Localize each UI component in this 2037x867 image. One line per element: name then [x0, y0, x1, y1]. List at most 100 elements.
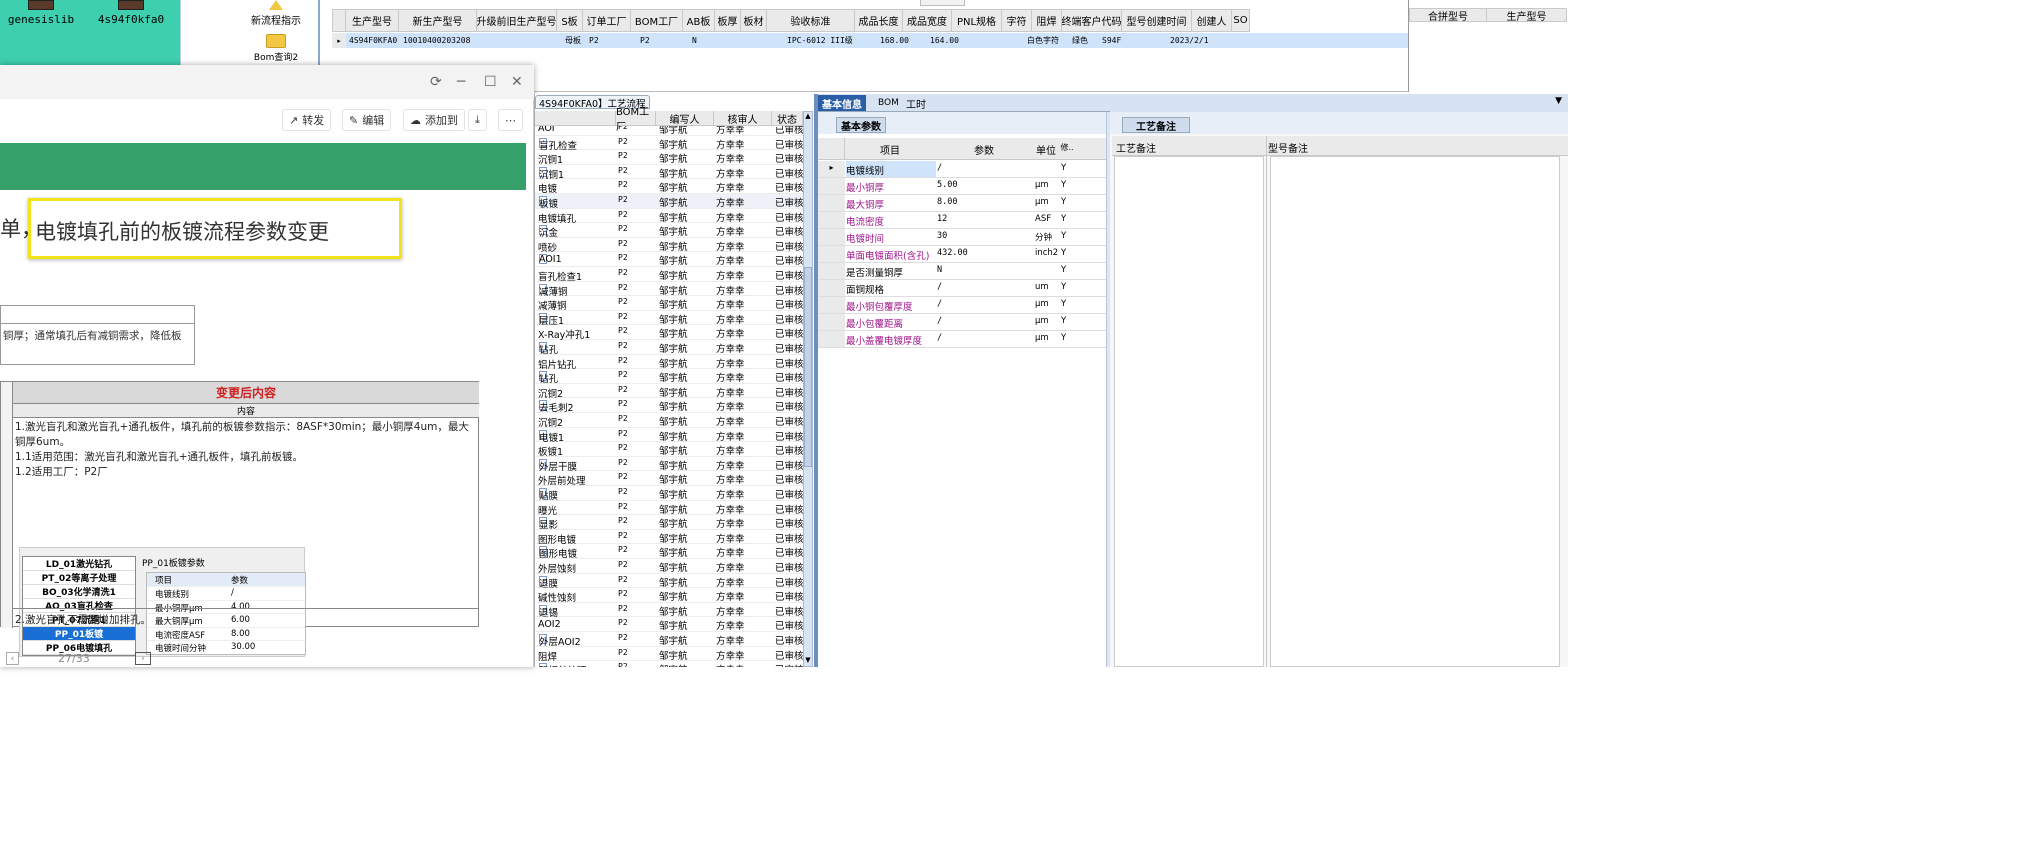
scroll-up-icon[interactable]: ▲ — [804, 112, 812, 122]
table-row[interactable]: 去毛刺2 P2 邹宇航 方幸幸 已审核 — [535, 398, 803, 414]
forward-button[interactable]: ↗ 转发 — [282, 109, 332, 131]
table-row[interactable]: 铝片钻孔 P2 邹宇航 方幸幸 已审核 — [535, 355, 803, 371]
table-row[interactable]: 图形电镀 P2 邹宇航 方幸幸 已审核 — [535, 530, 803, 546]
col-prod-model[interactable]: 生产型号 — [1487, 8, 1567, 23]
scrollbar-thumb[interactable] — [804, 267, 812, 467]
grid-column-header[interactable]: 验收标准 — [767, 9, 855, 32]
table-row[interactable]: AOI P2 邹宇航 方幸幸 已审核 — [535, 126, 803, 136]
table-row[interactable]: 显影 P2 邹宇航 方幸幸 已审核 — [535, 515, 803, 531]
table-row[interactable]: 面铜规格 / um Y — [818, 280, 1108, 297]
table-row[interactable]: 图形电镀 P2 邹宇航 方幸幸 已审核 — [535, 544, 803, 560]
table-row[interactable]: 电镀时间 30 分钟 Y — [818, 229, 1108, 246]
grid-column-header[interactable]: 型号创建时间 — [1122, 9, 1192, 32]
table-row[interactable]: 最大铜厚 8.00 μm Y — [818, 195, 1108, 212]
new-flow-button[interactable]: 新流程指示 — [241, 0, 311, 27]
minimize-icon[interactable]: ─ — [457, 74, 465, 90]
desktop-icon-file[interactable]: 4s94f0kfa0 — [96, 0, 166, 26]
grid-column-header[interactable]: 成品长度 — [855, 9, 903, 32]
table-row[interactable]: 最小铜厚 5.00 μm Y — [818, 178, 1108, 195]
table-row[interactable]: AOI2 P2 邹宇航 方幸幸 已审核 — [535, 617, 803, 632]
close-icon[interactable]: ✕ — [511, 74, 523, 90]
table-row[interactable]: 板镀1 P2 邹宇航 方幸幸 已审核 — [535, 442, 803, 458]
col-status[interactable]: 状态 — [772, 111, 803, 126]
table-row[interactable]: 外层蚀刻 P2 邹宇航 方幸幸 已审核 — [535, 559, 803, 575]
grid-column-header[interactable]: 终端客户代码 — [1062, 9, 1122, 32]
table-row[interactable]: 减薄铜 P2 邹宇航 方幸幸 已审核 — [535, 282, 803, 298]
process-note-area[interactable] — [1114, 156, 1264, 667]
grid-column-header[interactable]: 升级前旧生产型号 — [477, 9, 557, 32]
grid-column-header[interactable]: 板厚 — [715, 9, 741, 32]
download-button[interactable]: ⤓ — [468, 109, 487, 131]
next-page-icon[interactable]: › — [135, 652, 151, 665]
table-row[interactable]: 退膜 P2 邹宇航 方幸幸 已审核 — [535, 574, 803, 590]
table-row[interactable]: 喷砂 P2 邹宇航 方幸幸 已审核 — [535, 238, 803, 254]
table-row[interactable]: 沉铜2 P2 邹宇航 方幸幸 已审核 — [535, 384, 803, 400]
table-row[interactable]: 是否测量铜厚 N Y — [818, 263, 1108, 280]
table-row[interactable]: 电镀1 P2 邹宇航 方幸幸 已审核 — [535, 428, 803, 444]
table-row[interactable]: 阻焊前处理 P2 邹宇航 方幸幸 已审核 — [535, 661, 803, 667]
grid-column-header[interactable]: 板材 — [741, 9, 767, 32]
edit-button[interactable]: ✎ 编辑 — [342, 109, 392, 131]
col-writer[interactable]: 编写人 — [656, 111, 714, 126]
col-item[interactable]: 项目 — [845, 142, 935, 157]
grid-column-header[interactable]: 创建人 — [1192, 9, 1232, 32]
col-value[interactable]: 参数 — [935, 142, 1033, 157]
row-selector-icon[interactable]: ▸ — [332, 33, 346, 48]
grid-column-header[interactable]: BOM工厂 — [631, 9, 683, 32]
table-row[interactable]: ▸ 电镀线别 / Y — [818, 161, 1108, 178]
tab-basic-params[interactable]: 基本参数 — [836, 117, 886, 133]
col-process-note[interactable]: 工艺备注 — [1116, 140, 1156, 155]
grid-column-header[interactable]: 阻焊 — [1032, 9, 1062, 32]
table-row[interactable]: 外层干膜 P2 邹宇航 方幸幸 已审核 — [535, 457, 803, 473]
col-unit[interactable]: 单位 — [1033, 142, 1059, 157]
model-note-area[interactable] — [1270, 156, 1560, 667]
bom-query-button[interactable]: Bom查询2 — [241, 34, 311, 63]
table-row[interactable]: 沉铜1 P2 邹宇航 方幸幸 已审核 — [535, 165, 803, 181]
grid-column-header[interactable]: 字符 — [1002, 9, 1032, 32]
grid-column-header[interactable]: 生产型号 — [346, 9, 399, 32]
table-row[interactable]: 沉铜1 P2 邹宇航 方幸幸 已审核 — [535, 150, 803, 166]
table-row[interactable]: 板镀 P2 邹宇航 方幸幸 已审核 — [535, 194, 803, 210]
table-row[interactable]: 电镀填孔 P2 邹宇航 方幸幸 已审核 — [535, 209, 803, 225]
table-row[interactable]: 盲孔检查1 P2 邹宇航 方幸幸 已审核 — [535, 267, 803, 283]
table-row[interactable]: 沉金 P2 邹宇航 方幸幸 已审核 — [535, 223, 803, 239]
col-step[interactable] — [535, 111, 616, 126]
grid-column-header[interactable]: SO — [1232, 9, 1250, 32]
col-reviewer[interactable]: 核审人 — [714, 111, 772, 126]
grid-column-header[interactable]: 新生产型号 — [399, 9, 477, 32]
table-row[interactable]: 沉铜2 P2 邹宇航 方幸幸 已审核 — [535, 413, 803, 429]
table-row[interactable]: 最小盖覆电镀厚度 / μm Y — [818, 331, 1108, 348]
grid-column-header[interactable]: AB板 — [683, 9, 715, 32]
table-row[interactable]: 贴膜 P2 邹宇航 方幸幸 已审核 — [535, 486, 803, 502]
table-row[interactable]: 单面电镀面积(含孔) 432.00 inch2 Y — [818, 246, 1108, 263]
grid-column-header[interactable]: 成品宽度 — [903, 9, 952, 32]
desktop-icon-genesislib[interactable]: genesislib — [6, 0, 76, 26]
tab-process-notes[interactable]: 工艺备注 — [1122, 117, 1190, 133]
table-row[interactable]: 最小包覆距离 / μm Y — [818, 314, 1108, 331]
more-button[interactable]: ⋯ — [498, 109, 523, 131]
grid-column-header[interactable]: S板 — [557, 9, 583, 32]
tab-bom[interactable]: BOM — [874, 95, 903, 111]
table-row[interactable]: 外层AOI2 P2 邹宇航 方幸幸 已审核 — [535, 632, 803, 648]
table-row[interactable]: 外层前处理 P2 邹宇航 方幸幸 已审核 — [535, 471, 803, 487]
table-row[interactable]: 钻孔 P2 邹宇航 方幸幸 已审核 — [535, 340, 803, 356]
scroll-down-icon[interactable]: ▼ — [804, 656, 812, 666]
add-to-button[interactable]: ☁ 添加到 — [403, 109, 465, 131]
vertical-scrollbar[interactable]: ▲ ▼ — [803, 111, 813, 667]
table-row[interactable]: 碱性蚀刻 P2 邹宇航 方幸幸 已审核 — [535, 588, 803, 604]
col-bom-factory[interactable]: BOM工厂 — [616, 107, 656, 133]
table-row[interactable]: 电流密度 12 ASF Y — [818, 212, 1108, 229]
col-model-note[interactable]: 型号备注 — [1268, 140, 1308, 155]
tab-worktime[interactable]: 工时 — [902, 95, 930, 111]
tab-basic-info[interactable]: 基本信息 — [818, 95, 866, 111]
table-row[interactable]: 层压1 P2 邹宇航 方幸幸 已审核 — [535, 311, 803, 327]
grid-column-header[interactable]: 订单工厂 — [583, 9, 631, 32]
col-merged-model[interactable]: 合拼型号 — [1409, 8, 1487, 23]
table-row[interactable]: 电镀 P2 邹宇航 方幸幸 已审核 — [535, 179, 803, 195]
col-modify[interactable]: 修.. — [1059, 142, 1075, 153]
table-row[interactable]: 4S94F0KFA0 10010400203208 母板 P2 P2 N IPC… — [346, 33, 1408, 48]
grid-column-header[interactable]: PNL规格 — [952, 9, 1002, 32]
refresh-icon[interactable]: ⟳ — [430, 74, 442, 90]
table-row[interactable]: 阻焊 P2 邹宇航 方幸幸 已审核 — [535, 647, 803, 663]
prev-page-icon[interactable]: ‹ — [6, 652, 19, 665]
